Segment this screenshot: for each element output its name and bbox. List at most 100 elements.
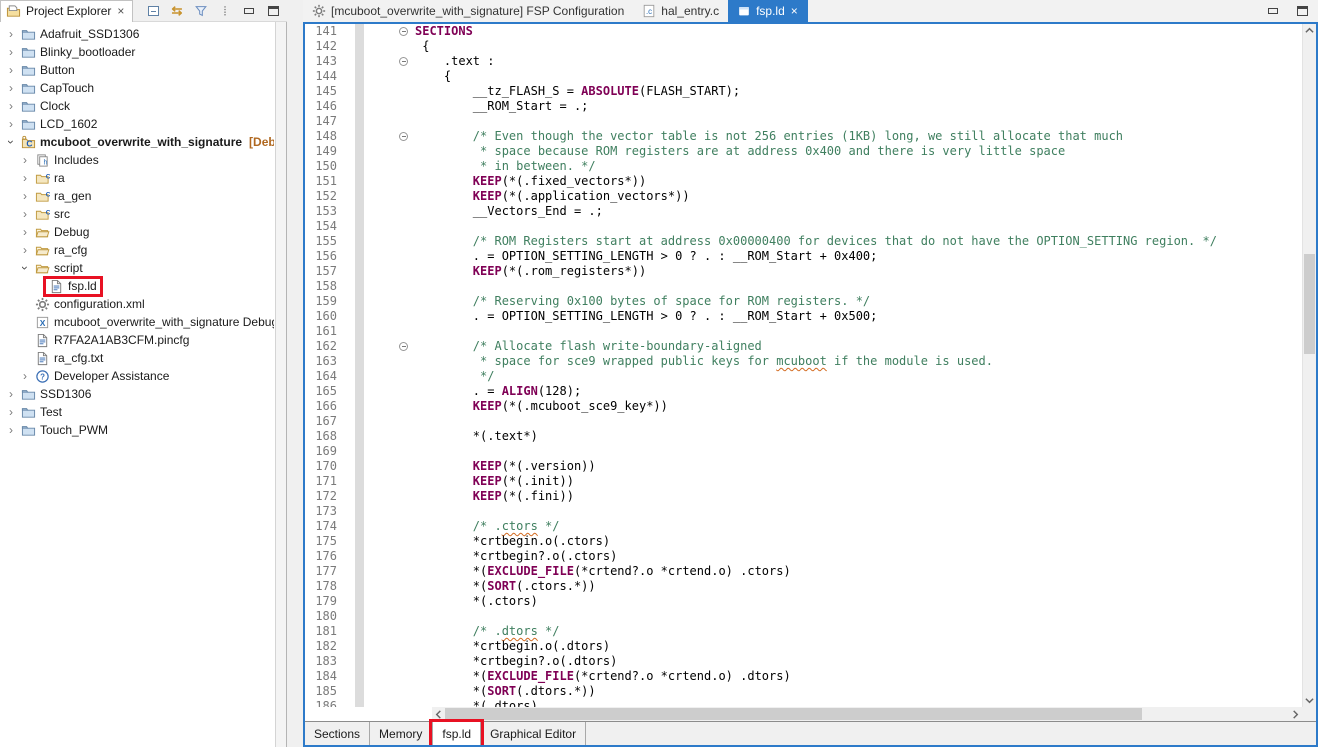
code-line[interactable]: 153 __Vectors_End = .;: [305, 204, 1302, 219]
code-line[interactable]: 186 *(.dtors): [305, 699, 1302, 707]
code-line[interactable]: 150 * in between. */: [305, 159, 1302, 174]
vertical-scrollbar-thumb[interactable]: [1304, 254, 1315, 354]
bottom-tab-fsp-ld[interactable]: fsp.ld: [432, 722, 481, 745]
tree-item-ra[interactable]: ›Cra: [0, 169, 274, 187]
code-line[interactable]: 142 {: [305, 39, 1302, 54]
fold-collapse-icon[interactable]: [399, 27, 415, 36]
tree-item-adafruit-ssd1306[interactable]: ›Adafruit_SSD1306: [0, 25, 274, 43]
tree-entry-ra[interactable]: Cra: [32, 171, 68, 186]
minimize-view-icon[interactable]: [241, 3, 257, 19]
vertical-scrollbar[interactable]: [1302, 24, 1316, 707]
chevron-right-icon[interactable]: ›: [4, 387, 18, 401]
chevron-right-icon[interactable]: ›: [18, 243, 32, 257]
code-line[interactable]: 159 /* Reserving 0x100 bytes of space fo…: [305, 294, 1302, 309]
code-line[interactable]: 156 . = OPTION_SETTING_LENGTH > 0 ? . : …: [305, 249, 1302, 264]
maximize-view-icon[interactable]: [265, 3, 281, 19]
close-view-icon[interactable]: ×: [116, 4, 125, 18]
tree-entry-clock[interactable]: Clock: [18, 99, 73, 114]
project-explorer-tab[interactable]: Project Explorer ×: [0, 0, 133, 22]
code-line[interactable]: 152 KEEP(*(.application_vectors*)): [305, 189, 1302, 204]
code-line[interactable]: 185 *(SORT(.dtors.*)): [305, 684, 1302, 699]
code-line[interactable]: 154: [305, 219, 1302, 234]
tree-entry-script[interactable]: script: [32, 261, 86, 276]
filter-icon[interactable]: [193, 3, 209, 19]
tree-item-ra-cfg-txt[interactable]: ra_cfg.txt: [0, 349, 274, 367]
scroll-right-icon[interactable]: [1289, 707, 1302, 721]
tree-entry-touch-pwm[interactable]: Touch_PWM: [18, 423, 111, 438]
tree-item-configuration-xml[interactable]: configuration.xml: [0, 295, 274, 313]
code-line[interactable]: 155 /* ROM Registers start at address 0x…: [305, 234, 1302, 249]
tree-entry-test[interactable]: Test: [18, 405, 65, 420]
code-line[interactable]: 173: [305, 504, 1302, 519]
code-line[interactable]: 182 *crtbegin.o(.dtors): [305, 639, 1302, 654]
chevron-right-icon[interactable]: ›: [18, 207, 32, 221]
tree-entry-blinky-bootloader[interactable]: Blinky_bootloader: [18, 45, 138, 60]
chevron-down-icon[interactable]: ›: [18, 261, 32, 275]
horizontal-scrollbar-thumb[interactable]: [445, 708, 1142, 720]
code-line[interactable]: 143 .text :: [305, 54, 1302, 69]
tree-entry-r7fa2a1ab3cfm-pincfg[interactable]: R7FA2A1AB3CFM.pincfg: [32, 333, 192, 348]
tree-item-clock[interactable]: ›Clock: [0, 97, 274, 115]
code-line[interactable]: 151 KEEP(*(.fixed_vectors*)): [305, 174, 1302, 189]
bottom-tab-graphical-editor[interactable]: Graphical Editor: [481, 722, 586, 745]
tree-entry-fsp-ld[interactable]: fsp.ld: [46, 279, 100, 294]
code-line[interactable]: 180: [305, 609, 1302, 624]
tree-entry-developer-assistance[interactable]: ?Developer Assistance: [32, 369, 172, 384]
code-line[interactable]: 146 __ROM_Start = .;: [305, 99, 1302, 114]
code-line[interactable]: 161: [305, 324, 1302, 339]
tree-entry-lcd-1602[interactable]: LCD_1602: [18, 117, 100, 132]
code-line[interactable]: 184 *(EXCLUDE_FILE(*crtend?.o *crtend.o)…: [305, 669, 1302, 684]
tree-item-r7fa2a1ab3cfm-pincfg[interactable]: R7FA2A1AB3CFM.pincfg: [0, 331, 274, 349]
code-line[interactable]: 158: [305, 279, 1302, 294]
minimize-editor-icon[interactable]: [1265, 3, 1281, 19]
chevron-right-icon[interactable]: ›: [18, 369, 32, 383]
fold-minus-icon[interactable]: [399, 132, 408, 141]
chevron-right-icon[interactable]: ›: [4, 405, 18, 419]
code-line[interactable]: 169: [305, 444, 1302, 459]
tree-item-includes[interactable]: ›hIncludes: [0, 151, 274, 169]
code-line[interactable]: 178 *(SORT(.ctors.*)): [305, 579, 1302, 594]
fold-minus-icon[interactable]: [399, 27, 408, 36]
chevron-right-icon[interactable]: ›: [4, 117, 18, 131]
fold-minus-icon[interactable]: [399, 342, 408, 351]
scroll-up-icon[interactable]: [1303, 24, 1316, 37]
chevron-right-icon[interactable]: ›: [4, 27, 18, 41]
code-line[interactable]: 165 . = ALIGN(128);: [305, 384, 1302, 399]
code-line[interactable]: 167: [305, 414, 1302, 429]
code-line[interactable]: 176 *crtbegin?.o(.ctors): [305, 549, 1302, 564]
tree-entry-src[interactable]: Csrc: [32, 207, 73, 222]
chevron-right-icon[interactable]: ›: [18, 153, 32, 167]
code-line[interactable]: 175 *crtbegin.o(.ctors): [305, 534, 1302, 549]
tree-entry-captouch[interactable]: CapTouch: [18, 81, 97, 96]
tree-entry-adafruit-ssd1306[interactable]: Adafruit_SSD1306: [18, 27, 142, 42]
chevron-right-icon[interactable]: ›: [18, 189, 32, 203]
code-line[interactable]: 141SECTIONS: [305, 24, 1302, 39]
fold-collapse-icon[interactable]: [399, 57, 415, 66]
tree-entry-ra-cfg[interactable]: ra_cfg: [32, 243, 90, 258]
fold-collapse-icon[interactable]: [399, 132, 415, 141]
tree-item-mcuboot-overwrite-with-signature[interactable]: ›Cmcuboot_overwrite_with_signature[Debug…: [0, 133, 274, 151]
scroll-left-icon[interactable]: [432, 707, 445, 721]
tree-entry-ra-gen[interactable]: Cra_gen: [32, 189, 94, 204]
chevron-down-icon[interactable]: ›: [4, 135, 18, 149]
chevron-right-icon[interactable]: ›: [4, 99, 18, 113]
code-line[interactable]: 157 KEEP(*(.rom_registers*)): [305, 264, 1302, 279]
fold-collapse-icon[interactable]: [399, 342, 415, 351]
code-line[interactable]: 164 */: [305, 369, 1302, 384]
panel-sash[interactable]: [287, 0, 303, 747]
chevron-right-icon[interactable]: ›: [18, 225, 32, 239]
tree-entry-configuration-xml[interactable]: configuration.xml: [32, 297, 148, 312]
tree-item-mcuboot-overwrite-with-signature-debug-fla[interactable]: Xmcuboot_overwrite_with_signature Debug_…: [0, 313, 274, 331]
code-line[interactable]: 148 /* Even though the vector table is n…: [305, 129, 1302, 144]
tree-item-fsp-ld[interactable]: fsp.ld: [0, 277, 274, 295]
editor-tab-hal-entry-c[interactable]: .chal_entry.c: [633, 0, 728, 22]
tree-item-blinky-bootloader[interactable]: ›Blinky_bootloader: [0, 43, 274, 61]
code-line[interactable]: 149 * space because ROM registers are at…: [305, 144, 1302, 159]
code-line[interactable]: 166 KEEP(*(.mcuboot_sce9_key*)): [305, 399, 1302, 414]
tree-item-button[interactable]: ›Button: [0, 61, 274, 79]
tree-entry-debug[interactable]: Debug: [32, 225, 92, 240]
tree-item-developer-assistance[interactable]: ›?Developer Assistance: [0, 367, 274, 385]
tree-item-ra-cfg[interactable]: ›ra_cfg: [0, 241, 274, 259]
tree-item-test[interactable]: ›Test: [0, 403, 274, 421]
project-explorer-scrollbar[interactable]: [275, 22, 286, 747]
